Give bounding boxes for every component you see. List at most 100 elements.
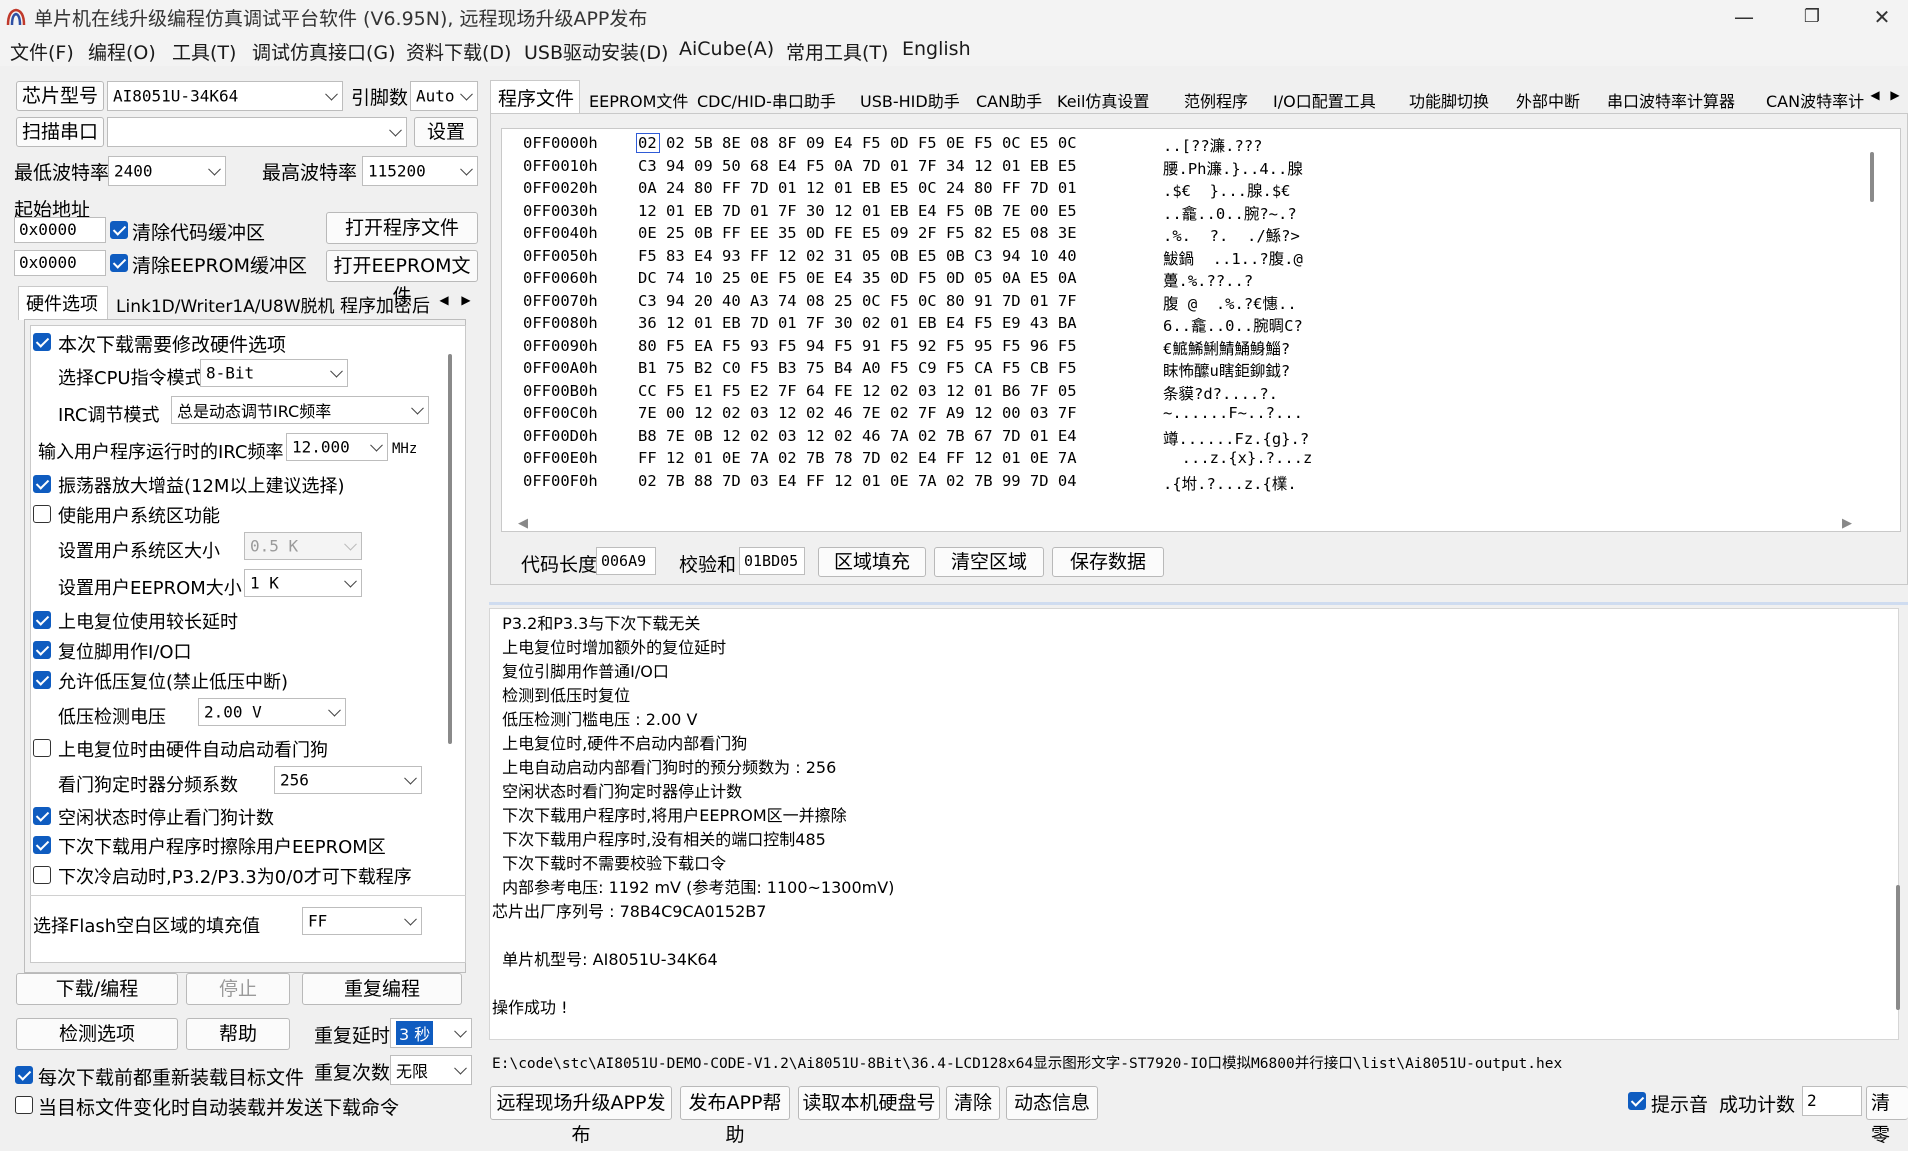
hex-bytes[interactable]: B8 7E 0B 12 02 03 12 02 46 7A 02 7B 67 7…: [638, 427, 1077, 445]
tab-keil-sim[interactable]: Keil仿真设置: [1057, 88, 1149, 112]
chip-model-select[interactable]: AI8051U-34K64: [107, 81, 343, 111]
hex-bytes[interactable]: 02 02 5B 8E 08 8F 09 E4 F5 0D F5 0E F5 0…: [638, 134, 1077, 152]
max-baud-select[interactable]: 115200: [362, 156, 478, 186]
osc-gain-checkbox[interactable]: [33, 475, 51, 493]
long-delay-checkbox[interactable]: [33, 611, 51, 629]
eeprom-size-select[interactable]: 1 K: [244, 569, 362, 597]
irc-freq-select[interactable]: 12.000: [286, 433, 388, 461]
reload-each-checkbox[interactable]: [15, 1066, 33, 1084]
hex-bytes[interactable]: 02 7B 88 7D 03 E4 FF 12 01 0E 7A 02 7B 9…: [638, 472, 1077, 490]
lvr-checkbox[interactable]: [33, 671, 51, 689]
close-button[interactable]: ✕: [1852, 0, 1908, 34]
tab-scroll-right-icon[interactable]: ▶: [1886, 84, 1904, 106]
cpu-mode-select[interactable]: 8-Bit: [200, 359, 348, 387]
remote-upgrade-button[interactable]: 远程现场升级APP发布: [490, 1086, 672, 1146]
hex-bytes[interactable]: C3 94 09 50 68 E4 F5 0A 7D 01 7F 34 12 0…: [638, 157, 1077, 175]
region-fill-button[interactable]: 区域填充: [818, 547, 926, 577]
wdt-auto-checkbox[interactable]: [33, 739, 51, 757]
code-start-address-input[interactable]: 0x0000: [14, 217, 106, 243]
lvd-select[interactable]: 2.00 V: [198, 698, 346, 726]
eeprom-start-address-input[interactable]: 0x0000: [14, 250, 106, 276]
hex-bytes[interactable]: B1 75 B2 C0 F5 B3 75 B4 A0 F5 C9 F5 CA F…: [638, 359, 1077, 377]
tab-encryption[interactable]: 程序加密后: [340, 292, 430, 318]
menu-common-tools[interactable]: 常用工具(T): [786, 38, 888, 65]
open-eeprom-file-button[interactable]: 打开EEPROM文件: [326, 250, 478, 307]
tab-can-helper[interactable]: CAN助手: [976, 88, 1042, 112]
menu-usb-driver[interactable]: USB驱动安装(D): [524, 38, 668, 65]
tab-usb-hid[interactable]: USB-HID助手: [860, 88, 960, 112]
sys-size-select[interactable]: 0.5 K: [244, 532, 362, 560]
idle-stop-wdt-checkbox[interactable]: [33, 807, 51, 825]
tab-hardware-options[interactable]: 硬件选项: [26, 290, 98, 316]
menu-tools[interactable]: 工具(T): [172, 38, 236, 65]
open-program-file-button[interactable]: 打开程序文件: [326, 212, 478, 244]
publish-app-help-button[interactable]: 发布APP帮助: [680, 1086, 790, 1146]
hex-bytes[interactable]: FF 12 01 0E 7A 02 7B 78 7D 02 E4 FF 12 0…: [638, 449, 1077, 467]
tab-program-file[interactable]: 程序文件: [498, 84, 574, 111]
tab-link1d-offline[interactable]: Link1D/Writer1A/U8W脱机: [116, 292, 335, 317]
reset-io-checkbox[interactable]: [33, 641, 51, 659]
hex-bytes[interactable]: 0E 25 0B FF EE 35 0D FE E5 09 2F F5 82 E…: [638, 224, 1077, 242]
hex-bytes[interactable]: 36 12 01 EB 7D 01 7F 30 02 01 EB E4 F5 E…: [638, 314, 1077, 332]
tab-ext-interrupt[interactable]: 外部中断: [1516, 88, 1580, 112]
hex-bytes[interactable]: F5 83 E4 93 FF 12 02 31 05 0B E5 0B C3 9…: [638, 247, 1077, 265]
check-options-button[interactable]: 检测选项: [16, 1018, 178, 1050]
dynamic-info-button[interactable]: 动态信息: [1006, 1086, 1098, 1120]
scan-port-button[interactable]: 扫描串口: [16, 117, 104, 147]
hex-bytes[interactable]: 12 01 EB 7D 01 7F 30 12 01 EB E4 F5 0B 7…: [638, 202, 1077, 220]
tab-scroll-left-icon[interactable]: ◀: [1866, 84, 1884, 106]
help-button[interactable]: 帮助: [186, 1018, 290, 1050]
log-vscroll-thumb[interactable]: [1896, 885, 1900, 1010]
tab-eeprom-file[interactable]: EEPROM文件: [589, 88, 688, 112]
clear-code-buffer-checkbox[interactable]: [110, 221, 128, 239]
repeat-count-select[interactable]: 无限: [390, 1055, 472, 1085]
tab-scroll-right-icon[interactable]: ▶: [457, 289, 475, 311]
reset-count-button[interactable]: 清零: [1866, 1086, 1908, 1146]
tab-can-baud-calc[interactable]: CAN波特率计: [1766, 88, 1866, 112]
hex-vscroll-thumb[interactable]: [1870, 152, 1874, 202]
tab-pin-switch[interactable]: 功能脚切换: [1409, 88, 1489, 112]
hex-bytes[interactable]: 80 F5 EA F5 93 F5 94 F5 91 F5 92 F5 95 F…: [638, 337, 1077, 355]
auto-send-checkbox[interactable]: [15, 1096, 33, 1114]
maximize-button[interactable]: ❐: [1782, 0, 1842, 34]
tab-cdc-hid-serial[interactable]: CDC/HID-串口助手: [697, 88, 836, 112]
tab-scroll-left-icon[interactable]: ◀: [435, 289, 453, 311]
hex-bytes[interactable]: 0A 24 80 FF 7D 01 12 01 EB E5 0C 24 80 F…: [638, 179, 1077, 197]
sound-checkbox[interactable]: [1628, 1092, 1646, 1110]
hex-scroll-right-icon[interactable]: ▶: [1842, 516, 1852, 531]
clear-eeprom-buffer-checkbox[interactable]: [110, 254, 128, 272]
hex-bytes[interactable]: 7E 00 12 02 03 12 02 46 7E 02 7F A9 12 0…: [638, 404, 1077, 422]
modify-hw-checkbox[interactable]: [33, 333, 51, 351]
hex-scroll-left-icon[interactable]: ◀: [518, 516, 528, 531]
irc-mode-select[interactable]: 总是动态调节IRC频率: [171, 396, 429, 424]
menu-english[interactable]: English: [902, 38, 971, 60]
tab-baud-calc[interactable]: 串口波特率计算器: [1607, 88, 1735, 112]
tab-io-config[interactable]: I/O口配置工具: [1273, 88, 1376, 112]
read-disk-number-button[interactable]: 读取本机硬盘号: [798, 1086, 940, 1120]
menu-debug[interactable]: 调试仿真接口(G): [252, 38, 396, 65]
min-baud-select[interactable]: 2400: [108, 156, 226, 186]
splitter[interactable]: [489, 602, 1908, 605]
download-program-button[interactable]: 下载/编程: [16, 973, 178, 1005]
settings-button[interactable]: 设置: [414, 117, 478, 147]
menu-program[interactable]: 编程(O): [88, 38, 156, 65]
port-select[interactable]: [107, 117, 407, 147]
tab-examples[interactable]: 范例程序: [1184, 88, 1248, 112]
chip-model-button[interactable]: 芯片型号: [16, 81, 104, 111]
p32-p33-checkbox[interactable]: [33, 866, 51, 884]
stop-button[interactable]: 停止: [186, 973, 290, 1005]
menu-download[interactable]: 资料下载(D): [406, 38, 511, 65]
enable-sys-area-checkbox[interactable]: [33, 505, 51, 523]
menu-file[interactable]: 文件(F): [10, 38, 74, 65]
minimize-button[interactable]: —: [1714, 0, 1774, 34]
save-data-button[interactable]: 保存数据: [1052, 547, 1164, 577]
repeat-delay-select[interactable]: 3 秒: [390, 1018, 472, 1048]
hex-bytes[interactable]: CC F5 E1 F5 E2 7F 64 FE 12 02 03 12 01 B…: [638, 382, 1077, 400]
hex-bytes[interactable]: DC 74 10 25 0E F5 0E E4 35 0D F5 0D 05 0…: [638, 269, 1077, 287]
erase-eeprom-checkbox[interactable]: [33, 836, 51, 854]
repeat-program-button[interactable]: 重复编程: [302, 973, 462, 1005]
options-scrollbar[interactable]: [448, 354, 452, 744]
flash-fill-select[interactable]: FF: [302, 907, 422, 935]
clear-region-button[interactable]: 清空区域: [934, 547, 1044, 577]
pin-count-select[interactable]: Auto: [410, 81, 478, 111]
